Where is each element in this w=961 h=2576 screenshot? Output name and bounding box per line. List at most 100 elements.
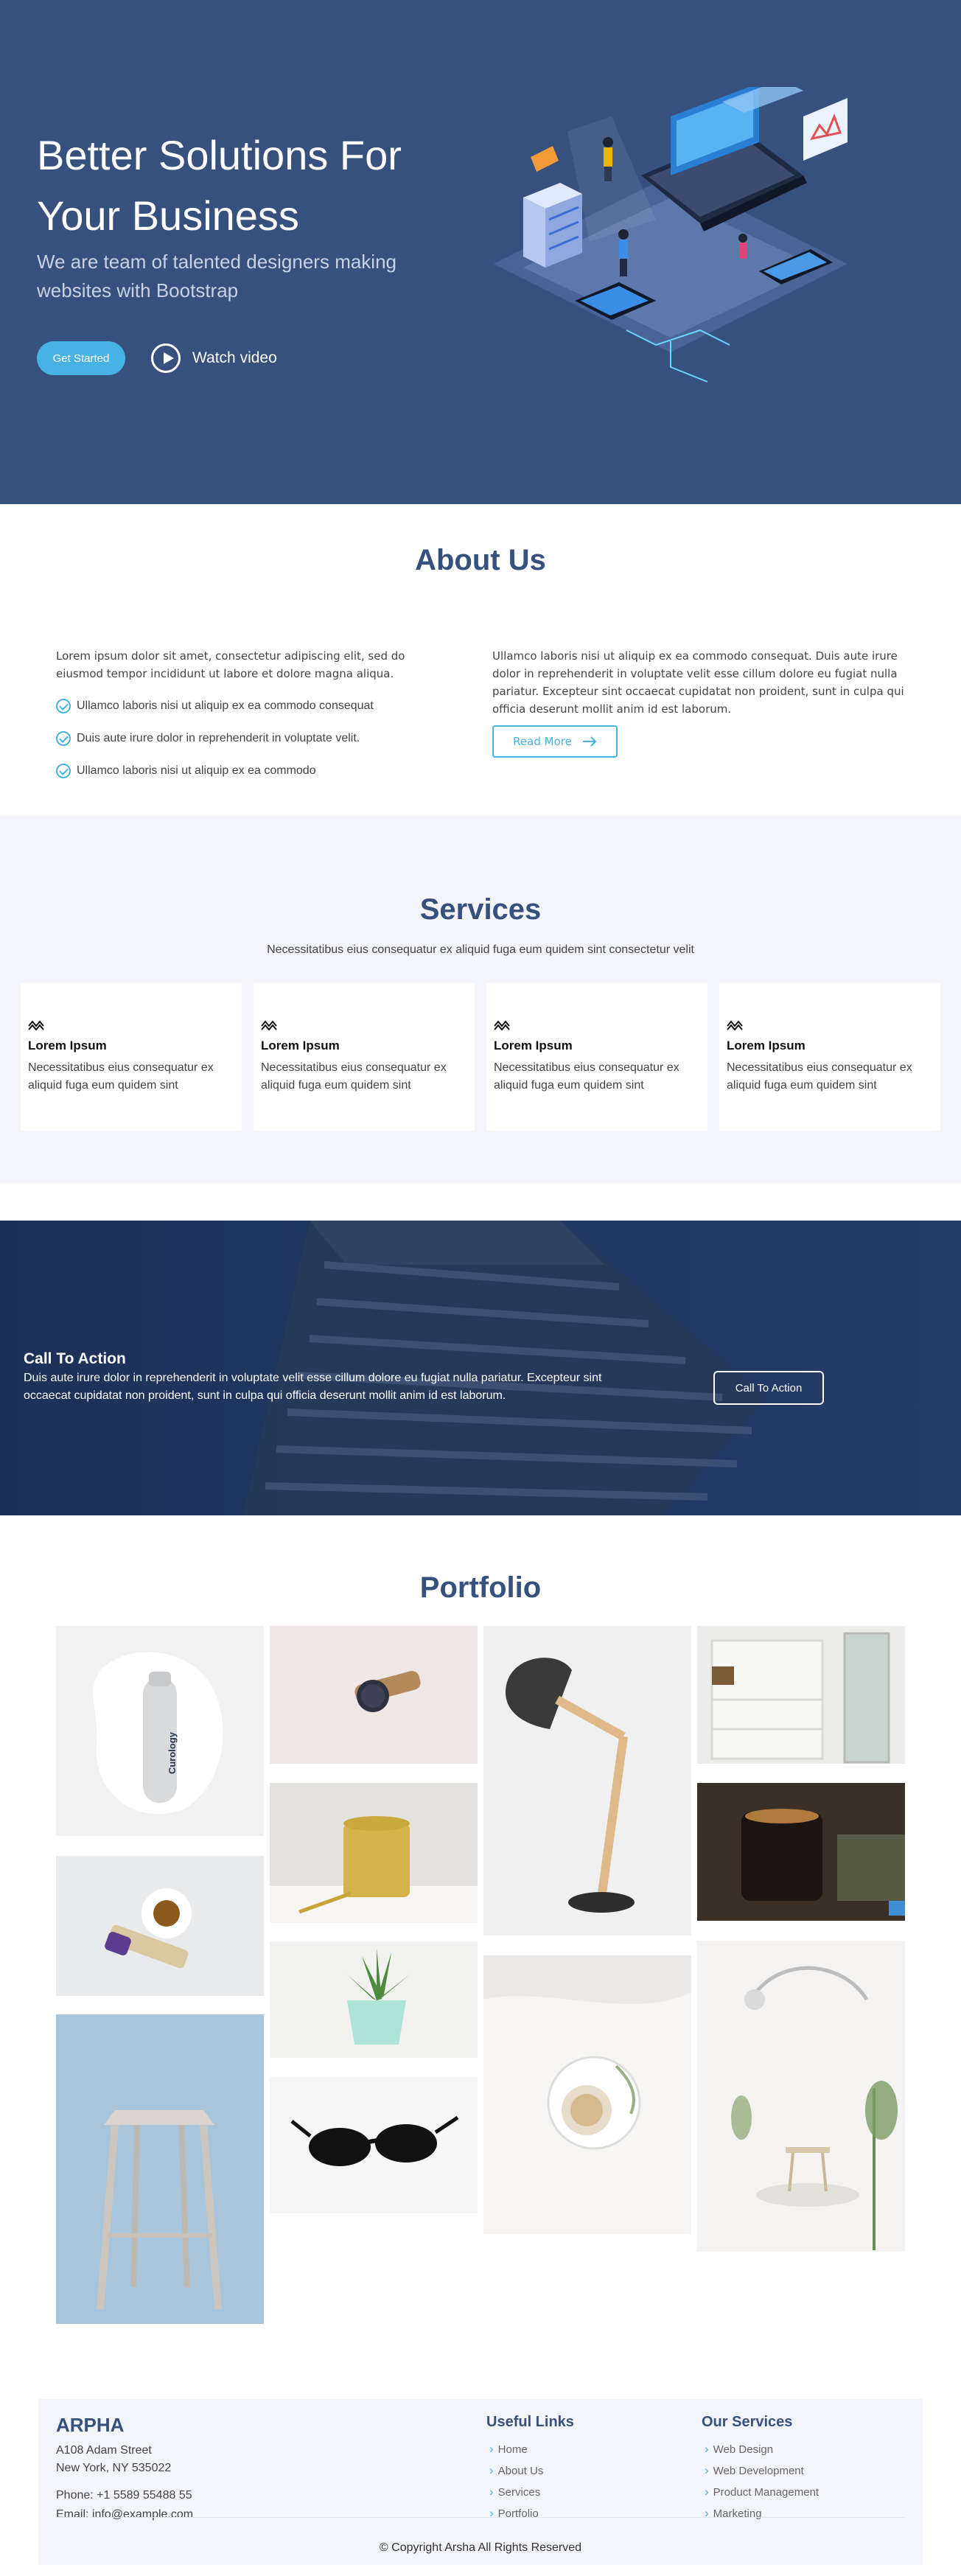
services-title: Services bbox=[419, 893, 542, 926]
get-started-button[interactable]: Get Started bbox=[37, 341, 125, 375]
read-more-button[interactable]: Read More bbox=[492, 725, 618, 758]
footer: ARPHA A108 Adam Street New York, NY 5350… bbox=[38, 2399, 923, 2565]
bottle-brand-label: Curology bbox=[167, 1731, 178, 1775]
read-more-label: Read More bbox=[513, 735, 572, 748]
footer-email: Email: info@example.com bbox=[56, 2508, 194, 2521]
service-icon bbox=[261, 1020, 277, 1031]
about-intro: Lorem ipsum dolor sit amet, consectetur … bbox=[56, 649, 405, 680]
footer-divider bbox=[56, 2517, 905, 2518]
portfolio-item-candle[interactable] bbox=[697, 1783, 905, 1921]
footer-address-line1: A108 Adam Street bbox=[56, 2444, 152, 2457]
service-icon bbox=[727, 1020, 743, 1031]
about-item-text: Duis aute irure dolor in reprehenderit i… bbox=[77, 732, 360, 744]
service-card[interactable]: Lorem Ipsum Necessitatibus eius consequa… bbox=[21, 983, 242, 1131]
footer-link-services[interactable]: Services bbox=[489, 2482, 543, 2503]
hero-section: Better Solutions For Your Business We ar… bbox=[0, 0, 961, 504]
latte-bed-image bbox=[483, 1992, 691, 2234]
call-to-action-button[interactable]: Call To Action bbox=[713, 1371, 824, 1405]
arrow-right-icon bbox=[582, 736, 597, 747]
about-item-text: Ullamco laboris nisi ut aliquip ex ea co… bbox=[77, 764, 316, 777]
portfolio-item-sunglasses[interactable] bbox=[270, 2077, 478, 2213]
useful-links-list: Home About Us Services Portfolio bbox=[489, 2439, 544, 2524]
coffee-cup-image bbox=[105, 1888, 192, 1969]
about-left-column: Lorem ipsum dolor sit amet, consectetur … bbox=[56, 647, 454, 787]
hero-subtitle-line1: We are team of talented designers making bbox=[37, 251, 397, 273]
footer-brand: ARPHA bbox=[56, 2414, 125, 2436]
about-right-text: Ullamco laboris nisi ut aliquip ex ea co… bbox=[492, 649, 904, 716]
footer-phone: Phone: +1 5589 55488 55 bbox=[56, 2489, 192, 2502]
footer-link-product-management[interactable]: Product Management bbox=[705, 2482, 819, 2503]
our-services-title: Our Services bbox=[702, 2414, 793, 2430]
about-item-text: Ullamco laboris nisi ut aliquip ex ea co… bbox=[77, 699, 374, 712]
about-checklist-item: Duis aute irure dolor in reprehenderit i… bbox=[56, 722, 454, 755]
service-card-title: Lorem Ipsum bbox=[28, 1039, 107, 1053]
portfolio-item-coffee[interactable] bbox=[56, 1856, 264, 1996]
service-card-title: Lorem Ipsum bbox=[261, 1039, 340, 1053]
footer-contact: Phone: +1 5589 55488 55 Email: info@exam… bbox=[56, 2486, 193, 2524]
cta-title: Call To Action bbox=[24, 1350, 126, 1367]
service-icon bbox=[494, 1020, 510, 1031]
watch-video-label: Watch video bbox=[192, 349, 277, 366]
service-card-title: Lorem Ipsum bbox=[727, 1039, 806, 1053]
portfolio-item-lamp[interactable] bbox=[483, 1626, 691, 1936]
check-circle-icon bbox=[56, 731, 71, 746]
interior-room-image bbox=[697, 1941, 905, 2252]
footer-link-marketing[interactable]: Marketing bbox=[705, 2503, 819, 2524]
candle-image bbox=[741, 1809, 905, 1916]
check-circle-icon bbox=[56, 764, 71, 778]
service-card[interactable]: Lorem Ipsum Necessitatibus eius consequa… bbox=[254, 983, 475, 1131]
about-checklist-item: Ullamco laboris nisi ut aliquip ex ea co… bbox=[56, 755, 454, 787]
desk-lamp-image bbox=[506, 1658, 635, 1913]
hallway-image bbox=[710, 1632, 890, 1764]
service-card-text: Necessitatibus eius consequatur ex aliqu… bbox=[727, 1061, 912, 1092]
service-card-text: Necessitatibus eius consequatur ex aliqu… bbox=[494, 1061, 679, 1092]
about-checklist: Ullamco laboris nisi ut aliquip ex ea co… bbox=[56, 690, 454, 787]
glass-image bbox=[270, 1816, 478, 1923]
portfolio-item-stool[interactable] bbox=[56, 2014, 264, 2324]
service-card[interactable]: Lorem Ipsum Necessitatibus eius consequa… bbox=[486, 983, 707, 1131]
portfolio-title: Portfolio bbox=[419, 1571, 542, 1604]
about-checklist-item: Ullamco laboris nisi ut aliquip ex ea co… bbox=[56, 690, 454, 722]
services-section: Services Necessitatibus eius consequatur… bbox=[0, 815, 961, 1184]
portfolio-item-glass[interactable] bbox=[270, 1783, 478, 1923]
service-icon bbox=[28, 1020, 44, 1031]
footer-link-web-design[interactable]: Web Design bbox=[705, 2439, 819, 2460]
hero-title-line2: Your Business bbox=[37, 192, 299, 239]
hero-subtitle: We are team of talented designers making… bbox=[37, 248, 450, 305]
hero-subtitle-line2: websites with Bootstrap bbox=[37, 279, 239, 301]
hero-title: Better Solutions For Your Business bbox=[37, 125, 479, 246]
hero-isometric-illustration bbox=[494, 87, 848, 383]
footer-address: A108 Adam Street New York, NY 535022 bbox=[56, 2442, 171, 2477]
check-circle-icon bbox=[56, 699, 71, 713]
our-services-list: Web Design Web Development Product Manag… bbox=[705, 2439, 819, 2524]
portfolio-item-watch[interactable] bbox=[270, 1626, 478, 1764]
cta-text: Duis aute irure dolor in reprehenderit i… bbox=[24, 1372, 602, 1402]
portfolio-item-bottle[interactable]: Curology bbox=[56, 1626, 264, 1836]
footer-copyright: © Copyright Arsha All Rights Reserved bbox=[379, 2541, 582, 2554]
watch-video-button[interactable]: Watch video bbox=[151, 343, 277, 373]
play-circle-icon bbox=[151, 343, 181, 373]
footer-link-web-development[interactable]: Web Development bbox=[705, 2460, 819, 2482]
cta-section: Call To Action Duis aute irure dolor in … bbox=[0, 1221, 961, 1515]
footer-link-portfolio[interactable]: Portfolio bbox=[489, 2503, 543, 2524]
service-card-title: Lorem Ipsum bbox=[494, 1039, 573, 1053]
service-card-text: Necessitatibus eius consequatur ex aliqu… bbox=[261, 1061, 447, 1092]
footer-address-line2: New York, NY 535022 bbox=[56, 2462, 172, 2474]
watch-image bbox=[354, 1671, 421, 1712]
hero-title-line1: Better Solutions For bbox=[37, 132, 402, 178]
useful-links-title: Useful Links bbox=[486, 2414, 574, 2430]
service-card[interactable]: Lorem Ipsum Necessitatibus eius consequa… bbox=[719, 983, 940, 1131]
services-description: Necessitatibus eius consequatur ex aliqu… bbox=[267, 943, 694, 956]
stool-image bbox=[97, 2110, 222, 2310]
building-background-image bbox=[0, 1221, 961, 1515]
service-card-text: Necessitatibus eius consequatur ex aliqu… bbox=[28, 1061, 214, 1092]
portfolio-item-interior[interactable] bbox=[697, 1941, 905, 2252]
portfolio-item-latte[interactable] bbox=[483, 1955, 691, 2234]
about-title: About Us bbox=[415, 544, 546, 576]
sunglasses-image bbox=[290, 2115, 459, 2166]
footer-link-home[interactable]: Home bbox=[489, 2439, 543, 2460]
footer-link-about[interactable]: About Us bbox=[489, 2460, 544, 2482]
potted-plant-image bbox=[347, 1949, 410, 2045]
portfolio-item-hallway[interactable] bbox=[697, 1626, 905, 1764]
portfolio-item-plant[interactable] bbox=[270, 1941, 478, 2058]
